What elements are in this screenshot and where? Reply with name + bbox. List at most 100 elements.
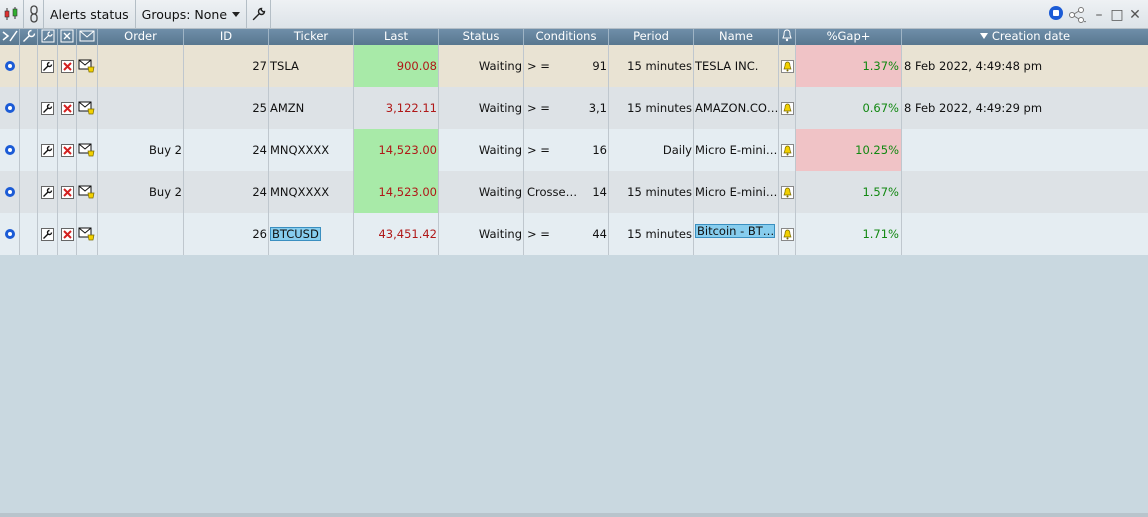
maximize-icon[interactable]: □ [1110,7,1124,23]
ticker-cell[interactable]: AMZN [269,87,354,129]
header-creation-date-label: Creation date [991,29,1071,43]
bell-icon[interactable] [779,171,796,213]
name-cell[interactable]: AMAZON.CO… [694,87,779,129]
header-order[interactable]: Order [98,29,184,45]
delete-icon[interactable] [58,45,77,87]
mail-alert-icon[interactable] [77,45,98,87]
enable-radio-icon[interactable] [0,87,20,129]
order-cell: Buy 2 [98,129,184,171]
id-cell: 24 [184,171,269,213]
ticker-cell[interactable]: BTCUSD [269,213,354,255]
header-name[interactable]: Name [694,29,779,45]
groups-dropdown-label: Groups: None [141,6,228,22]
enable-radio-icon[interactable] [0,213,20,255]
gap-cell: 1.57% [796,171,902,213]
table-row[interactable]: Buy 2 24 MNQXXXX 14,523.00 Waiting > = 16 Daily… [0,129,1148,171]
header-creation-date[interactable]: Creation date [902,29,1148,45]
condition-operator: > = [527,101,550,115]
groups-dropdown[interactable]: Groups: None [136,0,248,29]
header-gap[interactable]: %Gap+ [796,29,902,45]
table-row[interactable]: 25 AMZN 3,122.11 Waiting > = 3,1 15 minutes AMA… [0,87,1148,129]
minimize-icon[interactable]: – [1092,7,1106,23]
ticker-cell[interactable]: MNQXXXX [269,171,354,213]
share-icon[interactable] [1068,6,1088,24]
link-chain-icon[interactable] [24,0,44,29]
delete-icon[interactable] [58,171,77,213]
window-controls: – □ ✕ [1048,0,1148,29]
chart-candles-icon[interactable] [0,0,24,29]
gap-cell: 1.37% [796,45,902,87]
order-cell [98,213,184,255]
name-cell[interactable]: Micro E-mini… [694,171,779,213]
mail-alert-icon[interactable] [77,213,98,255]
record-icon[interactable] [1048,5,1064,24]
delete-icon[interactable] [58,87,77,129]
header-conditions[interactable]: Conditions [524,29,609,45]
header-last[interactable]: Last [354,29,439,45]
period-cell: Daily [609,129,694,171]
header-edit-icon[interactable] [38,29,58,45]
row-spacer [20,213,38,255]
enable-radio-icon[interactable] [0,171,20,213]
edit-wrench-icon[interactable] [38,213,58,255]
creation-date-cell [902,213,1148,255]
mail-alert-icon[interactable] [77,87,98,129]
ticker-cell[interactable]: MNQXXXX [269,129,354,171]
last-price-cell: 14,523.00 [354,129,439,171]
period-cell: 15 minutes [609,213,694,255]
enable-radio-icon[interactable] [0,45,20,87]
close-icon[interactable]: ✕ [1128,7,1142,23]
header-ticker[interactable]: Ticker [269,29,354,45]
edit-wrench-icon[interactable] [38,171,58,213]
header-mail-icon[interactable] [77,29,98,45]
ticker-cell[interactable]: TSLA [269,45,354,87]
condition-value: 16 [584,129,609,171]
mail-alert-icon[interactable] [77,171,98,213]
status-cell: Waiting [439,45,524,87]
condition-operator: > = [527,143,550,157]
bell-icon[interactable] [779,45,796,87]
column-header: Order ID Ticker Last Status Conditions P… [0,29,1148,45]
header-enable-icon[interactable] [0,29,20,45]
creation-date-cell: 8 Feb 2022, 4:49:29 pm [904,101,1043,115]
mail-alert-icon[interactable] [77,129,98,171]
sort-desc-icon [979,33,988,39]
table-row[interactable]: 27 TSLA 900.08 Waiting > = 91 15 minutes TESLA … [0,45,1148,87]
order-cell [98,45,184,87]
wrench-icon[interactable] [247,0,272,29]
name-cell[interactable]: Bitcoin - BT… [694,213,779,255]
last-price-cell: 3,122.11 [354,87,439,129]
table-row[interactable]: 26 BTCUSD 43,451.42 Waiting > = 44 15 minutes B… [0,213,1148,255]
bell-icon[interactable] [779,87,796,129]
last-price-cell: 900.08 [354,45,439,87]
header-delete-icon[interactable] [58,29,77,45]
edit-wrench-icon[interactable] [38,45,58,87]
id-cell: 24 [184,129,269,171]
edit-wrench-icon[interactable] [38,129,58,171]
edit-wrench-icon[interactable] [38,87,58,129]
alerts-toolbar: Alerts status Groups: None – □ ✕ [0,0,1148,29]
condition-operator: Crosse… [527,185,578,199]
table-row[interactable]: Buy 2 24 MNQXXXX 14,523.00 Waiting Crosse… 14 1… [0,171,1148,213]
header-status[interactable]: Status [439,29,524,45]
name-cell[interactable]: Micro E-mini… [694,129,779,171]
condition-value: 44 [584,213,609,255]
condition-value: 91 [584,45,609,87]
condition-value: 14 [584,171,609,213]
delete-icon[interactable] [58,213,77,255]
condition-value: 3,1 [584,87,609,129]
enable-radio-icon[interactable] [0,129,20,171]
bell-icon[interactable] [779,213,796,255]
header-id[interactable]: ID [184,29,269,45]
creation-date-cell [902,171,1148,213]
header-bell-icon[interactable] [779,29,796,45]
row-spacer [20,171,38,213]
header-period[interactable]: Period [609,29,694,45]
id-cell: 26 [184,213,269,255]
period-cell: 15 minutes [609,87,694,129]
delete-icon[interactable] [58,129,77,171]
bell-icon[interactable] [779,129,796,171]
period-cell: 15 minutes [609,45,694,87]
name-cell[interactable]: TESLA INC. [694,45,779,87]
header-wrench-icon[interactable] [20,29,38,45]
